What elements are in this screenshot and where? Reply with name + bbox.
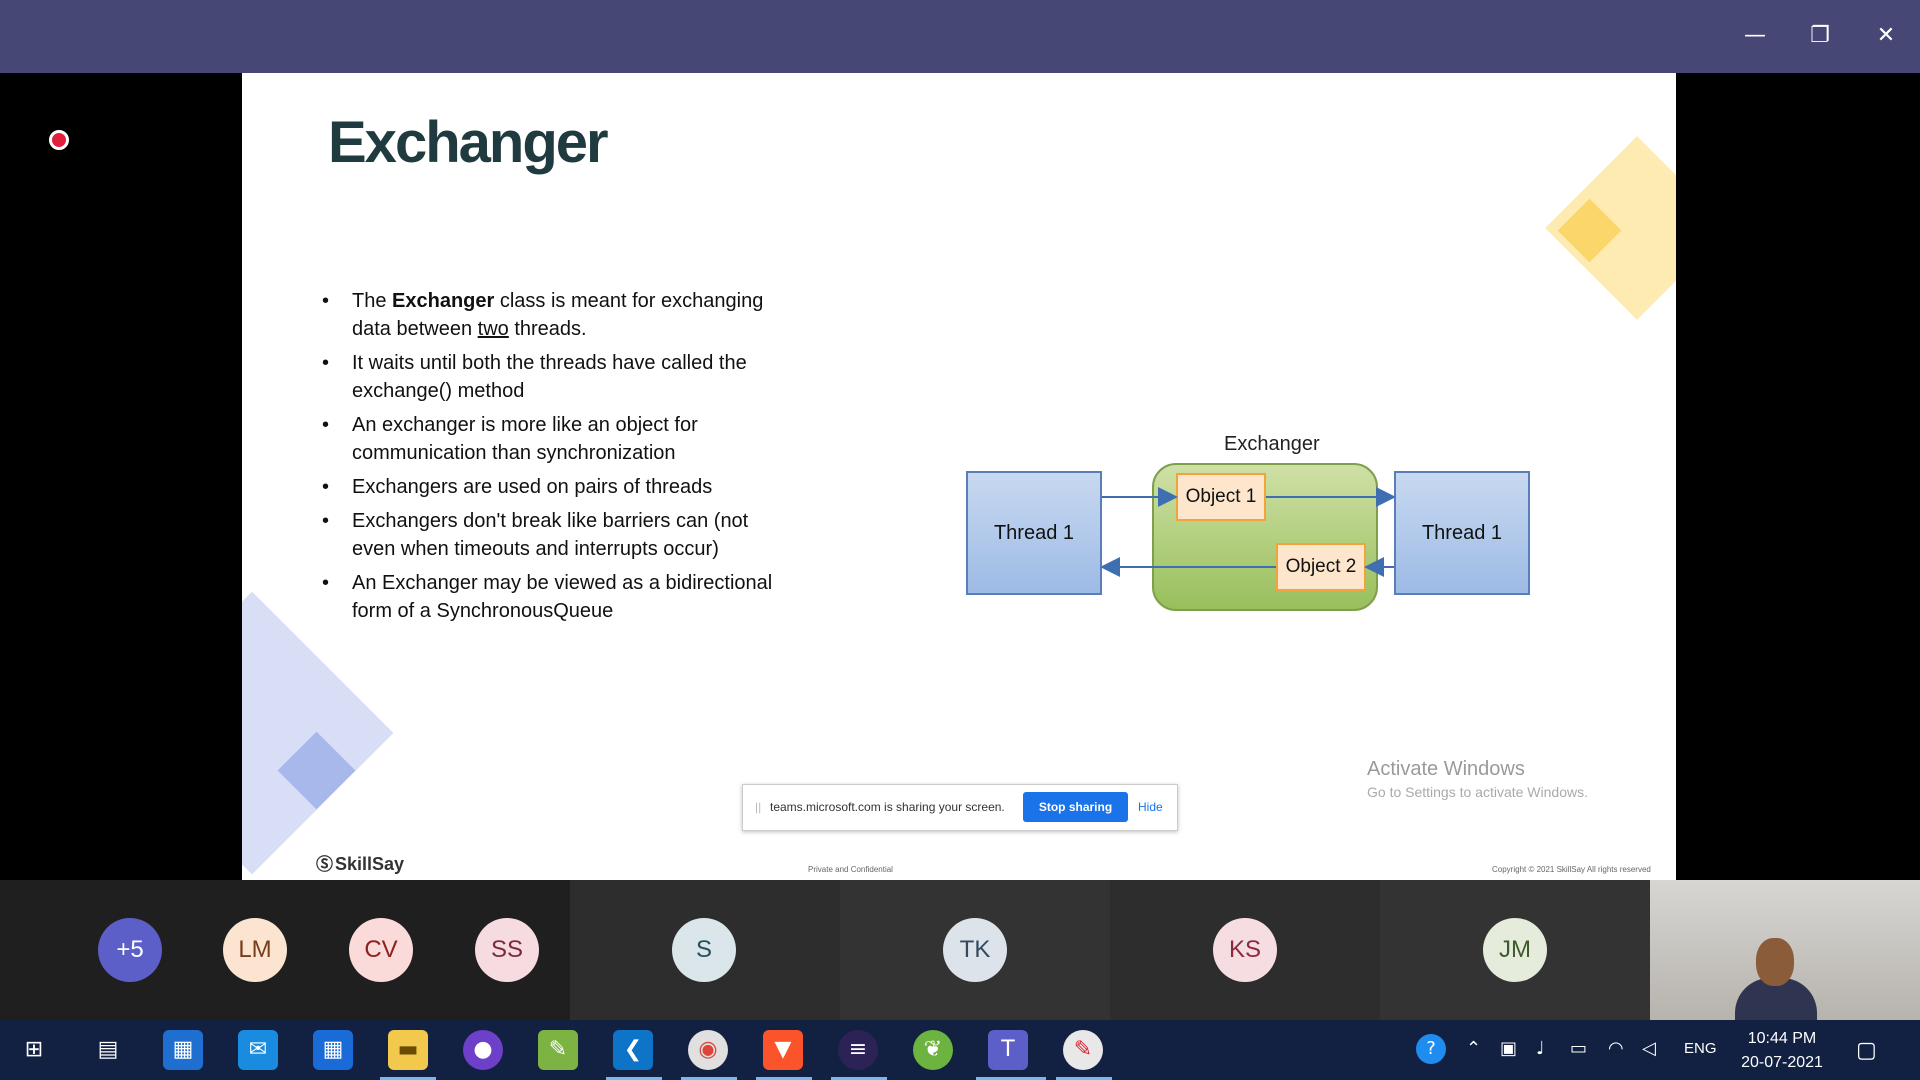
vscode-icon[interactable]: ❮ <box>613 1030 653 1070</box>
avatar-overflow[interactable]: +5 <box>98 918 162 982</box>
brand-logo: Ⓢ SkillSay <box>316 850 404 875</box>
language-indicator[interactable]: ENG <box>1684 1040 1717 1057</box>
windows-start-icon[interactable]: ⊞ <box>14 1030 54 1070</box>
bullet-item: An Exchanger may be viewed as a bidirect… <box>322 569 792 625</box>
activate-windows-watermark: Activate Windows <box>1367 758 1525 780</box>
share-status-text: teams.microsoft.com is sharing your scre… <box>770 800 1005 814</box>
diagram-label: Exchanger <box>1224 433 1320 455</box>
bullet-item: Exchangers don't break like barriers can… <box>322 507 792 563</box>
participants-strip: +5 LM CV SS S TK KS JM <box>0 880 1920 1020</box>
exchanger-diagram: Exchanger Thread 1 Thread 1 Object 1 Obj… <box>954 433 1594 643</box>
restore-icon[interactable]: ❐ <box>1798 14 1842 58</box>
close-icon[interactable]: ✕ <box>1864 14 1908 58</box>
wifi-icon[interactable]: ◠ <box>1608 1038 1624 1059</box>
avatar[interactable]: TK <box>943 918 1007 982</box>
thread-left-box: Thread 1 <box>966 471 1102 595</box>
volume-icon[interactable]: ◁ <box>1642 1038 1656 1059</box>
presentation-slide: Exchanger The Exchanger class is meant f… <box>242 73 1676 880</box>
slide-title: Exchanger <box>328 110 609 175</box>
recording-indicator-icon <box>49 130 69 150</box>
battery-icon[interactable]: ▭ <box>1570 1038 1587 1059</box>
thread-right-box: Thread 1 <box>1394 471 1530 595</box>
copyright-note: Copyright © 2021 SkillSay All rights res… <box>1492 865 1651 874</box>
clock-date[interactable]: 20-07-2021 <box>1732 1054 1832 1072</box>
drag-handle-icon[interactable]: || <box>755 800 761 814</box>
avatar[interactable]: CV <box>349 918 413 982</box>
avatar[interactable]: LM <box>223 918 287 982</box>
spring-icon[interactable]: ❦ <box>913 1030 953 1070</box>
screen-share-bar: || teams.microsoft.com is sharing your s… <box>742 784 1178 831</box>
task-view-icon[interactable]: ▤ <box>88 1030 128 1070</box>
self-video-preview[interactable] <box>1650 880 1920 1020</box>
avatar[interactable]: S <box>672 918 736 982</box>
avatar[interactable]: KS <box>1213 918 1277 982</box>
bullet-item: An exchanger is more like an object for … <box>322 411 792 467</box>
teams-icon[interactable]: T <box>988 1030 1028 1070</box>
brand-logo-icon: Ⓢ <box>316 855 333 874</box>
hide-share-bar-link[interactable]: Hide <box>1138 800 1163 814</box>
avatar[interactable]: JM <box>1483 918 1547 982</box>
bullet-list: The Exchanger class is meant for exchang… <box>322 287 792 631</box>
chevron-up-icon[interactable]: ⌃ <box>1466 1038 1481 1059</box>
confidential-note: Private and Confidential <box>808 865 893 874</box>
bullet-item: Exchangers are used on pairs of threads <box>322 473 792 501</box>
stop-sharing-button[interactable]: Stop sharing <box>1023 792 1128 822</box>
paint-icon[interactable]: ✎ <box>1063 1030 1103 1070</box>
chrome-icon[interactable]: ◉ <box>688 1030 728 1070</box>
video-person <box>1756 938 1794 986</box>
github-icon[interactable]: ● <box>463 1030 503 1070</box>
microsoft-store-icon[interactable]: ▦ <box>163 1030 203 1070</box>
window-title-bar: — ❐ ✕ <box>0 0 1920 73</box>
notepad-icon[interactable]: ✎ <box>538 1030 578 1070</box>
file-explorer-icon[interactable]: ▬ <box>388 1030 428 1070</box>
brave-icon[interactable]: ▼ <box>763 1030 803 1070</box>
help-icon[interactable]: ? <box>1416 1034 1446 1064</box>
meet-now-icon[interactable]: ▣ <box>1500 1038 1517 1059</box>
object-2-box: Object 2 <box>1276 543 1366 591</box>
minimize-icon[interactable]: — <box>1733 14 1777 58</box>
microphone-icon[interactable]: ♩ <box>1536 1038 1545 1059</box>
bullet-item: The Exchanger class is meant for exchang… <box>322 287 792 343</box>
windows-taskbar: ⊞ ▤ ▦ ✉ ▦ ▬ ● ✎ ❮ ◉ ▼ ≡ ❦ T ✎ ? ⌃ ▣ ♩ ▭ … <box>0 1020 1920 1080</box>
object-1-box: Object 1 <box>1176 473 1266 521</box>
bullet-item: It waits until both the threads have cal… <box>322 349 792 405</box>
activate-windows-subtitle: Go to Settings to activate Windows. <box>1367 784 1588 800</box>
avatar[interactable]: SS <box>475 918 539 982</box>
notification-icon[interactable]: ▢ <box>1856 1038 1877 1063</box>
clock-time[interactable]: 10:44 PM <box>1732 1030 1832 1048</box>
calendar-icon[interactable]: ▦ <box>313 1030 353 1070</box>
mail-icon[interactable]: ✉ <box>238 1030 278 1070</box>
eclipse-icon[interactable]: ≡ <box>838 1030 878 1070</box>
